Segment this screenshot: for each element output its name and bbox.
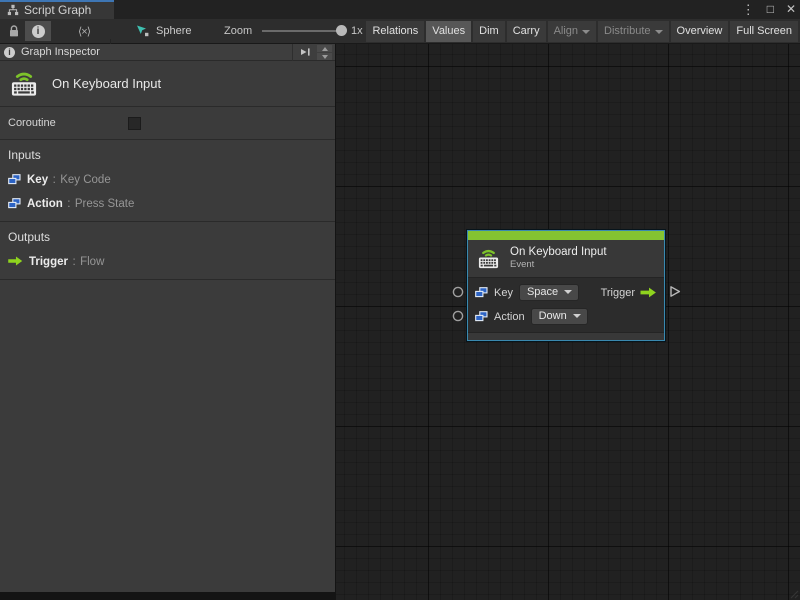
input-port-row: Action : Press State bbox=[8, 191, 327, 215]
node-body: Key Space Trigger Action Down bbox=[468, 278, 664, 332]
panel-scroll-spinner bbox=[317, 45, 332, 60]
chevron-down-icon bbox=[572, 314, 581, 318]
info-icon: i bbox=[31, 24, 45, 38]
align-dropdown-button[interactable]: Align bbox=[547, 21, 597, 42]
zoom-slider-handle[interactable] bbox=[336, 25, 347, 36]
scroll-down-button[interactable] bbox=[317, 53, 332, 60]
script-graph-asset-icon bbox=[137, 25, 149, 37]
info-icon: i bbox=[4, 46, 15, 58]
resize-grip-icon[interactable] bbox=[789, 589, 799, 599]
full-screen-button[interactable]: Full Screen bbox=[730, 21, 798, 42]
input-port-row: Key : Key Code bbox=[8, 167, 327, 191]
key-input-port[interactable] bbox=[452, 286, 464, 298]
toolbar-button-group: Relations Values Dim Carry Align Distrib… bbox=[366, 21, 798, 42]
port-name: Key bbox=[27, 174, 49, 186]
graph-reference-breadcrumb[interactable]: Sphere bbox=[136, 21, 191, 41]
coroutine-row: Coroutine bbox=[0, 107, 335, 140]
tab-script-graph[interactable]: Script Graph bbox=[0, 0, 114, 19]
graph-hierarchy-icon bbox=[7, 4, 19, 15]
node-port-row-action: Action Down bbox=[475, 306, 657, 327]
tab-title: Script Graph bbox=[24, 3, 92, 17]
node-title: On Keyboard Input bbox=[510, 246, 607, 258]
keyboard-input-icon bbox=[478, 249, 499, 268]
dock-panel-icon[interactable] bbox=[299, 46, 311, 58]
node-port-row-key: Key Space Trigger bbox=[475, 282, 657, 303]
chevron-down-icon bbox=[582, 29, 591, 34]
header-separator bbox=[292, 44, 293, 61]
graph-toolbar: i ⟨×⟩ Sphere Zoom 1x Relations Values Di… bbox=[0, 19, 800, 62]
unity-script-graph-window: Script Graph ⋮ □ ✕ i ⟨×⟩ Sphere Zoom 1x … bbox=[0, 0, 800, 600]
port-name: Trigger bbox=[29, 256, 68, 268]
graph-canvas[interactable]: On Keyboard Input Event Key Space Trigge… bbox=[336, 44, 800, 600]
lock-icon bbox=[10, 25, 18, 37]
port-type: Flow bbox=[80, 256, 105, 268]
trigger-label: Trigger bbox=[600, 286, 635, 299]
port-type: Press State bbox=[74, 198, 135, 210]
graph-inspector-panel: i Graph Inspector On Keyboard Input Coro… bbox=[0, 44, 336, 592]
window-controls: ⋮ □ ✕ bbox=[742, 0, 796, 19]
on-keyboard-input-node[interactable]: On Keyboard Input Event Key Space Trigge… bbox=[452, 230, 681, 341]
graph-owner-label: Sphere bbox=[156, 25, 192, 37]
window-menu-icon[interactable]: ⋮ bbox=[742, 0, 755, 19]
trigger-output[interactable]: Trigger bbox=[601, 287, 657, 299]
dim-button[interactable]: Dim bbox=[473, 21, 505, 42]
carry-button[interactable]: Carry bbox=[506, 21, 546, 42]
outputs-heading: Outputs bbox=[8, 230, 51, 244]
keyboard-input-icon bbox=[11, 72, 37, 96]
inputs-heading: Inputs bbox=[8, 148, 41, 162]
chevron-down-icon bbox=[654, 29, 663, 34]
graph-inspector-header: i Graph Inspector bbox=[0, 44, 335, 61]
overview-button[interactable]: Overview bbox=[670, 21, 729, 42]
trigger-output-port[interactable] bbox=[669, 285, 681, 298]
outputs-section: Outputs Trigger : Flow bbox=[0, 222, 335, 280]
distribute-dropdown-button[interactable]: Distribute bbox=[598, 21, 669, 42]
inspector-toggle-button[interactable]: i bbox=[25, 21, 51, 41]
port-type: Key Code bbox=[60, 174, 111, 186]
chevron-down-icon bbox=[564, 290, 573, 294]
key-dropdown-value: Space bbox=[526, 286, 559, 298]
unit-title: On Keyboard Input bbox=[52, 76, 162, 91]
coroutine-checkbox[interactable] bbox=[128, 117, 141, 130]
node-subtitle: Event bbox=[510, 259, 535, 270]
scroll-up-button[interactable] bbox=[317, 45, 332, 52]
value-port-icon bbox=[8, 197, 21, 208]
window-maximize-icon[interactable]: □ bbox=[767, 0, 774, 19]
zoom-value: 1x bbox=[351, 25, 363, 37]
inspector-title: Graph Inspector bbox=[21, 46, 100, 58]
coroutine-label: Coroutine bbox=[8, 117, 56, 129]
port-label: Action bbox=[494, 310, 525, 323]
action-dropdown-value: Down bbox=[538, 310, 567, 322]
triangle-down-icon bbox=[321, 54, 328, 59]
code-view-button[interactable]: ⟨×⟩ bbox=[70, 21, 98, 41]
window-close-icon[interactable]: ✕ bbox=[786, 0, 796, 19]
active-tab-highlight bbox=[0, 0, 114, 2]
node-footer bbox=[468, 332, 664, 340]
value-port-icon bbox=[8, 173, 21, 184]
values-button[interactable]: Values bbox=[426, 21, 472, 42]
port-label: Key bbox=[494, 286, 513, 299]
port-name: Action bbox=[27, 198, 63, 210]
inputs-section: Inputs Key : Key Code Action : Press Sta… bbox=[0, 140, 335, 222]
panel-bottom-edge bbox=[0, 592, 336, 600]
node-header[interactable]: On Keyboard Input Event bbox=[468, 240, 664, 278]
value-port-icon bbox=[475, 311, 488, 322]
unit-header: On Keyboard Input bbox=[0, 61, 335, 107]
value-port-icon bbox=[475, 287, 488, 298]
action-input-port[interactable] bbox=[452, 310, 464, 322]
window-tab-bar: Script Graph ⋮ □ ✕ bbox=[0, 0, 800, 19]
relations-button[interactable]: Relations bbox=[366, 21, 425, 42]
triangle-up-icon bbox=[321, 46, 328, 51]
action-dropdown[interactable]: Down bbox=[530, 308, 588, 325]
lock-button[interactable] bbox=[5, 21, 23, 41]
flow-arrow-icon bbox=[8, 256, 23, 266]
output-port-row: Trigger : Flow bbox=[8, 249, 327, 273]
flow-arrow-icon bbox=[640, 287, 656, 298]
zoom-slider[interactable] bbox=[262, 25, 347, 36]
node-color-bar bbox=[468, 231, 664, 240]
zoom-label: Zoom bbox=[224, 25, 253, 37]
key-dropdown[interactable]: Space bbox=[518, 284, 580, 301]
